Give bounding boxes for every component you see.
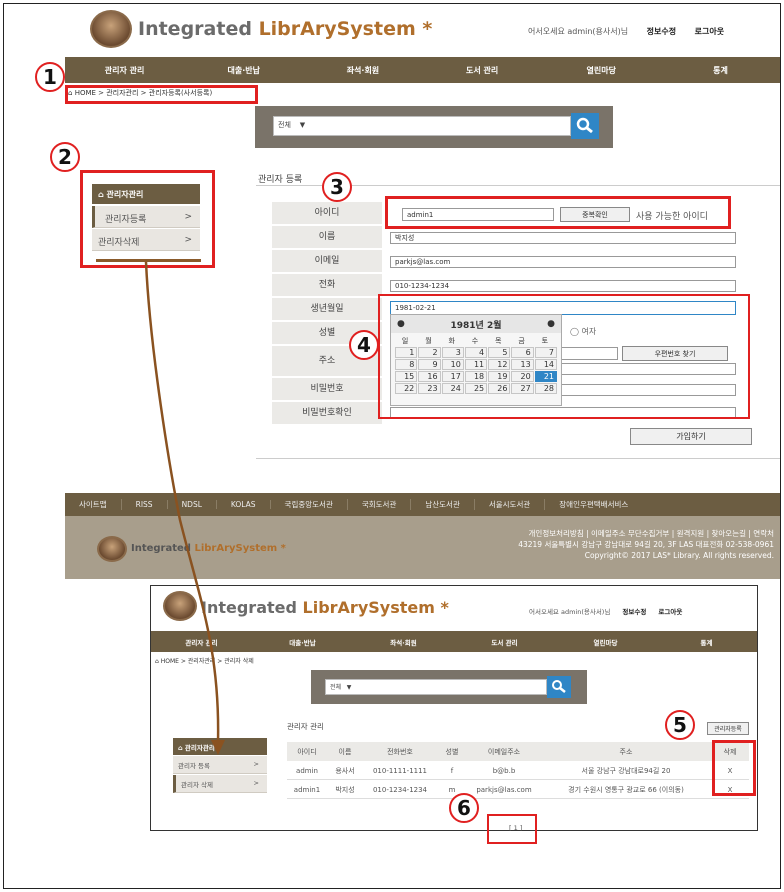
annotation-arrow <box>144 261 225 755</box>
